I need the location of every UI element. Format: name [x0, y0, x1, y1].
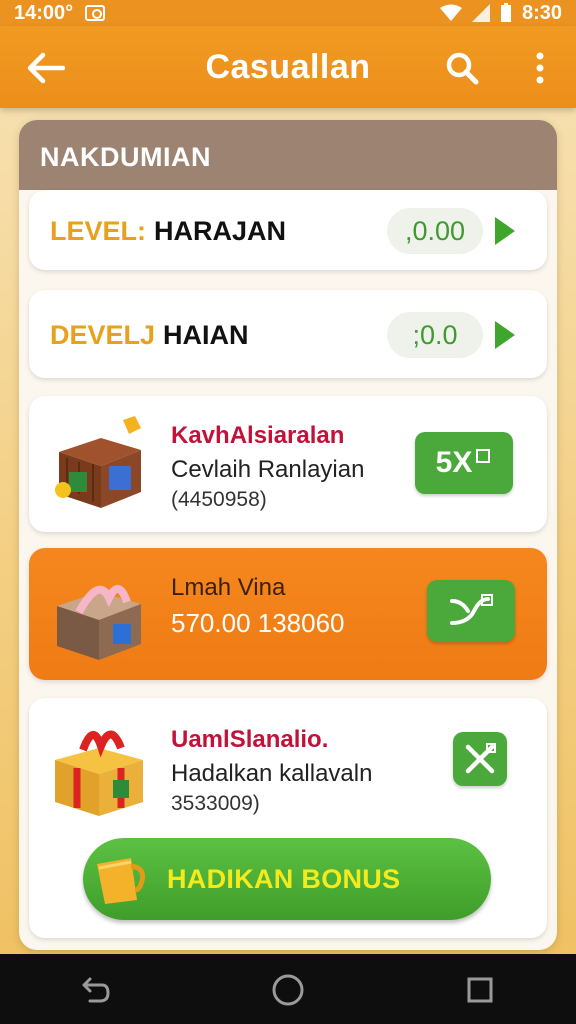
main-panel: NAKDUMIAN LEVEL: HARAJAN ,0.00 DEVELJ HAIA… — [19, 120, 557, 950]
back-icon — [82, 977, 110, 1003]
reward-number: (4450958) — [171, 488, 267, 511]
level-value[interactable]: ,0.00 — [387, 208, 483, 254]
home-circle-icon — [272, 974, 304, 1006]
reward-card[interactable]: UamlSlanalio. Hadalkan kallavaln 3533009… — [29, 698, 547, 938]
reward-number: 3533009) — [171, 792, 260, 815]
reward-subtitle: 570.00 138060 — [171, 608, 345, 638]
status-bar: 14:00° 8:30 — [0, 0, 576, 26]
bonus-label: HADIKAN BONUS — [167, 864, 401, 894]
search-icon — [446, 52, 479, 85]
level-value[interactable]: ;0.0 — [387, 312, 483, 358]
swords-icon — [465, 743, 496, 774]
reward-subtitle: Cevlaih Ranlayian — [171, 456, 365, 483]
reward-card-highlighted[interactable]: Lmah Vina 570.00 138060 — [29, 548, 547, 680]
level-name: HAIAN — [163, 320, 249, 350]
battery-icon — [500, 3, 511, 22]
bonus-button[interactable]: HADIKAN BONUS — [83, 838, 491, 920]
level-name: HARAJAN — [154, 216, 287, 246]
app-bar: Casuallan — [0, 26, 576, 108]
level-label-group: LEVEL: HARAJAN — [50, 216, 286, 247]
reward-subtitle: Hadalkan kallavaln — [171, 760, 373, 787]
recents-square-icon — [467, 977, 493, 1003]
multiplier-label: 5X — [435, 446, 473, 479]
multiplier-button[interactable]: 5X — [415, 432, 513, 494]
shuffle-button[interactable] — [427, 580, 515, 642]
treasure-chest-icon — [55, 416, 141, 508]
nav-recents-button[interactable] — [462, 972, 498, 1008]
play-icon[interactable] — [495, 321, 515, 349]
reward-title: UamlSlanalio. — [171, 726, 329, 753]
more-vert-icon — [536, 52, 544, 84]
search-button[interactable] — [440, 46, 484, 90]
wifi-icon — [439, 4, 462, 21]
level-label: LEVEL: — [50, 216, 147, 246]
close-reward-button[interactable] — [453, 732, 507, 786]
signal-icon — [471, 4, 490, 22]
level-label-group: DEVELJ HAIAN — [50, 320, 249, 351]
nav-home-button[interactable] — [270, 972, 306, 1008]
play-icon[interactable] — [495, 217, 515, 245]
cup-icon — [97, 858, 146, 904]
gift-chest-icon — [57, 585, 141, 660]
more-options-button[interactable] — [520, 46, 560, 90]
reward-title: Lmah Vina — [171, 574, 286, 601]
shuffle-icon — [450, 594, 493, 625]
reward-title: KavhAlsiaralan — [171, 422, 345, 449]
level-row[interactable]: DEVELJ HAIAN ;0.0 — [29, 290, 547, 378]
page-title: Casuallan — [205, 48, 371, 86]
reward-card[interactable]: KavhAlsiaralan Cevlaih Ranlayian (445095… — [29, 396, 547, 532]
system-navigation-bar — [0, 954, 576, 1024]
panel-header: NAKDUMIAN — [19, 120, 557, 190]
status-time-left: 14:00° — [14, 1, 74, 24]
status-icons: 8:30 — [439, 1, 562, 25]
nav-back-button[interactable] — [78, 972, 114, 1008]
level-row[interactable]: LEVEL: HARAJAN ,0.00 — [29, 190, 547, 270]
status-time-right: 8:30 — [521, 1, 562, 24]
expand-icon — [476, 449, 491, 463]
camera-icon — [85, 5, 106, 21]
level-label: DEVELJ — [50, 320, 156, 350]
gift-box-icon — [55, 730, 143, 816]
